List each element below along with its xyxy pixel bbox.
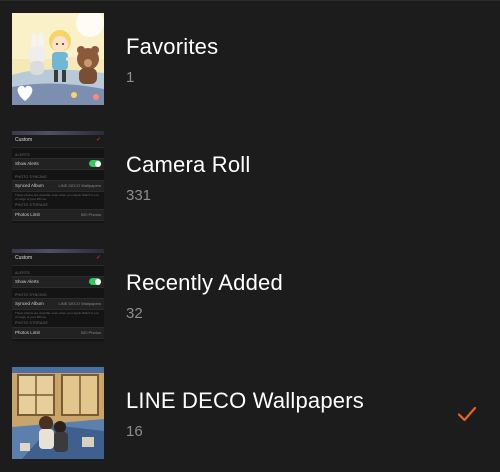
thumbnail-nav-bar: Custom ✓ (12, 253, 104, 266)
checkmark-icon: ✓ (95, 255, 101, 261)
thumbnail-cell-value: LINE DECO Wallpapers (58, 301, 101, 306)
thumbnail-cell-value: 500 Photos (80, 330, 101, 335)
checkmark-icon (457, 406, 477, 422)
thumbnail-cell-show-alerts: Show Alerts (12, 158, 104, 170)
thumbnail-cell-label: Photos Limit (15, 212, 40, 217)
album-count: 1 (126, 69, 135, 86)
album-title: LINE DECO Wallpapers (126, 388, 364, 413)
album-thumbnail-camera-roll: Custom ✓ ALERTS Show Alerts PHOTO SYNCIN… (12, 131, 104, 223)
thumbnail-nav-bar: Custom ✓ (12, 135, 104, 148)
thumbnail-cell-label: Photos Limit (15, 330, 40, 335)
thumbnail-cell-photos-limit: Photos Limit 500 Photos (12, 209, 104, 221)
thumbnail-cell-label: Show Alerts (15, 279, 39, 284)
album-title: Camera Roll (126, 152, 251, 177)
album-count: 32 (126, 305, 143, 322)
album-title: Favorites (126, 34, 219, 59)
settings-screenshot-thumbnail: Custom ✓ ALERTS Show Alerts PHOTO SYNCIN… (12, 131, 104, 223)
settings-screenshot-thumbnail: Custom ✓ ALERTS Show Alerts PHOTO SYNCIN… (12, 249, 104, 341)
album-row-camera-roll[interactable]: Custom ✓ ALERTS Show Alerts PHOTO SYNCIN… (0, 119, 500, 237)
album-thumbnail-recently-added: Custom ✓ ALERTS Show Alerts PHOTO SYNCIN… (12, 249, 104, 341)
thumbnail-nav-title: Custom (15, 255, 33, 261)
thumbnail-cell-value: LINE DECO Wallpapers (58, 183, 101, 188)
thumbnail-section-alerts: ALERTS (15, 271, 30, 275)
toggle-switch (89, 160, 101, 167)
thumbnail-cell-label: Synced Album (15, 301, 44, 306)
album-thumbnail-line-deco-wallpapers (12, 367, 104, 459)
illustration-thumbnail (12, 367, 104, 459)
thumbnail-section-photo-syncing: PHOTO SYNCING (15, 175, 47, 179)
album-row-recently-added[interactable]: Custom ✓ ALERTS Show Alerts PHOTO SYNCIN… (0, 237, 500, 355)
thumbnail-cell-label: Show Alerts (15, 161, 39, 166)
thumbnail-cell-label: Synced Album (15, 183, 44, 188)
thumbnail-section-alerts: ALERTS (15, 153, 30, 157)
thumbnail-cell-synced-album: Synced Album LINE DECO Wallpapers (12, 298, 104, 310)
thumbnail-cell-show-alerts: Show Alerts (12, 276, 104, 288)
thumbnail-section-photo-storage: PHOTO STORAGE (15, 203, 49, 207)
album-count: 331 (126, 187, 152, 204)
checkmark-icon: ✓ (95, 137, 101, 143)
album-list: Favorites 1 Custom ✓ ALERTS Show Alerts … (0, 0, 500, 472)
album-title: Recently Added (126, 270, 283, 295)
thumbnail-cell-value: 500 Photos (80, 212, 101, 217)
thumbnail-nav-title: Custom (15, 137, 33, 143)
album-row-favorites[interactable]: Favorites 1 (0, 1, 500, 119)
thumbnail-cell-photos-limit: Photos Limit 500 Photos (12, 327, 104, 339)
album-count: 16 (126, 423, 143, 440)
thumbnail-sync-note: These photos are viewable even when your… (15, 311, 99, 319)
thumbnail-cell-synced-album: Synced Album LINE DECO Wallpapers (12, 180, 104, 192)
album-row-line-deco-wallpapers[interactable]: LINE DECO Wallpapers 16 (0, 355, 500, 472)
album-thumbnail-favorites (12, 13, 104, 105)
thumbnail-sync-note: These photos are viewable even when your… (15, 193, 99, 201)
thumbnail-section-photo-syncing: PHOTO SYNCING (15, 293, 47, 297)
toggle-switch (89, 278, 101, 285)
thumbnail-section-photo-storage: PHOTO STORAGE (15, 321, 49, 325)
illustration-thumbnail (12, 13, 104, 105)
